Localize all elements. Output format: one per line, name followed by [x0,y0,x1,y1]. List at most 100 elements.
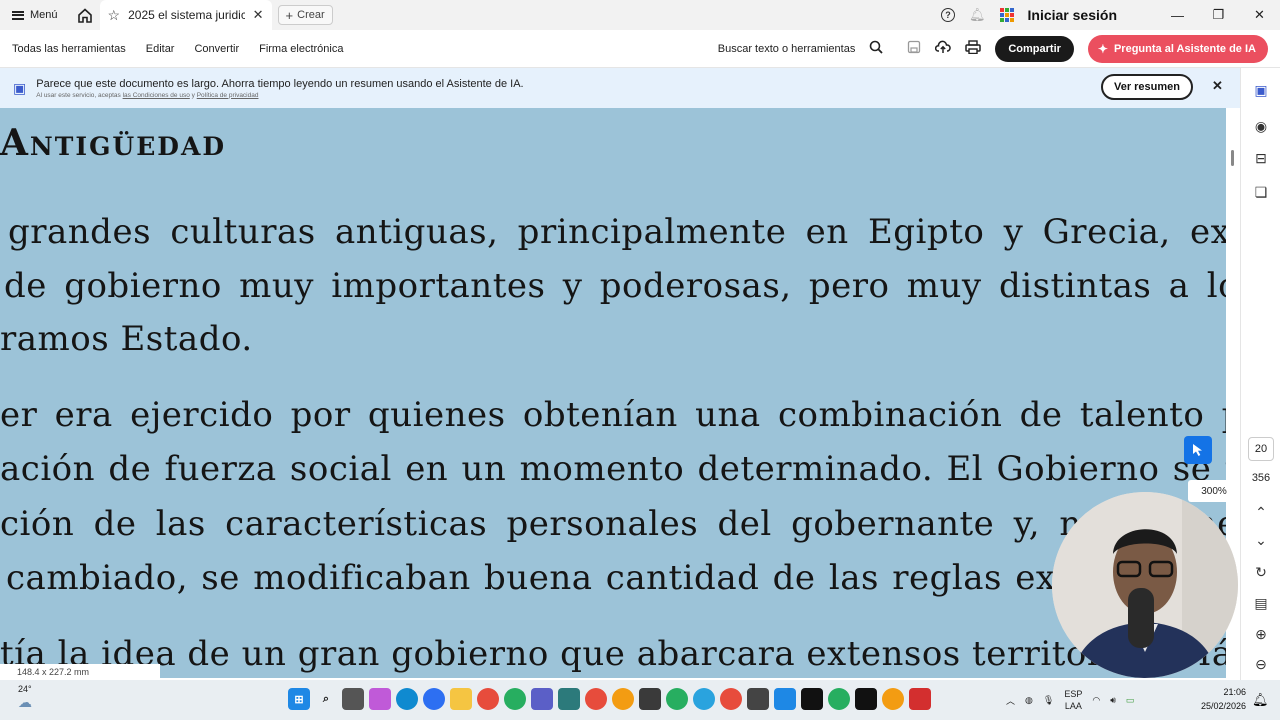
menu-button[interactable]: Menú [0,0,70,30]
edit-menu[interactable]: Editar [146,43,175,55]
webcam-overlay [1052,492,1238,678]
document-tab[interactable]: ☆ 2025 el sistema juridic... ✕ [99,0,272,30]
banner-text: Parece que este documento es largo. Ahor… [36,78,523,99]
maximize-icon[interactable]: ❐ [1198,7,1239,23]
search-icon[interactable] [869,40,883,59]
ai-summary-banner: ▣ Parece que este documento es largo. Ah… [0,68,1240,108]
doc-line: ción de las características personales d… [0,504,1226,544]
right-sidebar: ▣ ◉ ⊟ ❏ 20 356 ⌃ ⌄ ↻ ▤ ⊕ ⊖ [1240,68,1280,680]
doc-line: de gobierno muy importantes y poderosas,… [4,266,1226,306]
chrome-icon[interactable] [828,688,850,710]
current-page-field[interactable]: 20 [1248,437,1274,461]
chevron-up-icon[interactable]: ⌃ [1253,504,1269,520]
esign-menu[interactable]: Firma electrónica [259,43,343,55]
menu-label: Menú [30,9,58,21]
select-cursor-icon[interactable] [1184,436,1212,464]
acrobat-icon[interactable] [909,688,931,710]
close-tab-icon[interactable]: ✕ [253,7,264,23]
chevron-up-tray-icon[interactable]: ︿ [1006,694,1015,707]
comment-icon[interactable]: ◉ [1253,118,1269,134]
language-indicator[interactable]: ESP LAA [1064,688,1082,712]
ai-assistant-icon: ▣ [13,79,27,96]
tabbar-right: ? 🔔︎ Iniciar sesión — ❐ ✕ [941,0,1280,30]
windows-taskbar: 24° ☁ ⊞ ⌕ ︿ ◍ 🎙︎ ESP LAA ◠ 🔊︎ ▭ 21:06 25… [0,680,1280,720]
star-icon[interactable]: ☆ [108,7,121,24]
toolbar-right: Buscar texto o herramientas Compartir ✦ … [718,30,1268,68]
terms-link[interactable]: las Condiciones de uso [123,92,190,99]
chrome-icon[interactable] [612,688,634,710]
main-toolbar: Todas las herramientas Editar Convertir … [0,30,1280,68]
search-taskbar-icon[interactable]: ⌕ [315,688,337,710]
cloud-icon: ☁ [18,694,32,710]
doc-line: er era ejercido por quienes obtenían una… [0,395,1226,435]
doc-line: ación de fuerza social en un momento det… [0,449,1226,489]
teams-icon[interactable] [531,688,553,710]
doc-line: tía la idea de un gran gobierno que abar… [0,634,1226,674]
chrome-icon[interactable] [882,688,904,710]
view-summary-button[interactable]: Ver resumen [1101,74,1193,100]
chrome-icon[interactable] [585,688,607,710]
shield-icon[interactable] [747,688,769,710]
notification-icon[interactable]: 🔔︎ [1252,692,1269,708]
tab-bar: Menú ☆ 2025 el sistema juridic... ✕ + Cr… [0,0,1280,30]
volume-icon[interactable]: 🔊︎ [1110,695,1116,706]
copilot-icon[interactable] [369,688,391,710]
apps-grid-icon[interactable] [999,8,1014,22]
search-tools-label[interactable]: Buscar texto o herramientas [718,43,856,55]
task-view-icon[interactable] [342,688,364,710]
signin-button[interactable]: Iniciar sesión [1028,7,1117,23]
convert-menu[interactable]: Convertir [194,43,239,55]
edge-icon[interactable] [396,688,418,710]
banner-close-icon[interactable]: ✕ [1212,78,1223,94]
bell-icon[interactable]: 🔔︎ [969,7,986,23]
window-close-icon[interactable]: ✕ [1239,7,1280,23]
app-icon[interactable] [558,688,580,710]
total-pages: 356 [1251,472,1271,484]
privacy-link[interactable]: Política de privacidad [197,92,259,99]
zoom-in-icon[interactable]: ⊕ [1253,626,1269,642]
help-icon[interactable]: ? [941,8,955,22]
minimize-icon[interactable]: — [1157,8,1198,23]
ai-panel-icon[interactable]: ▣ [1253,82,1269,98]
copy-pages-icon[interactable]: ❏ [1253,184,1269,200]
lang-top: ESP [1064,689,1083,699]
bookmark-icon[interactable]: ⊟ [1253,150,1269,166]
chrome-icon[interactable] [477,688,499,710]
create-button[interactable]: + Crear [277,5,333,25]
ai-sparkle-icon: ✦ [1097,42,1108,56]
save-icon[interactable] [907,40,921,59]
chrome-icon[interactable] [666,688,688,710]
terminal-icon[interactable] [801,688,823,710]
rotate-icon[interactable]: ↻ [1253,564,1269,580]
print-icon[interactable] [965,39,982,59]
battery-icon[interactable]: ▭ [1126,695,1135,706]
app-icon[interactable] [774,688,796,710]
system-tray: ︿ ◍ 🎙︎ ESP LAA ◠ 🔊︎ ▭ [1006,680,1134,720]
microphone-icon[interactable]: 🎙︎ [1043,695,1054,706]
zoom-out-icon[interactable]: ⊖ [1253,656,1269,672]
ai-assistant-button[interactable]: ✦ Pregunta al Asistente de IA [1087,35,1268,63]
clock[interactable]: 21:06 25/02/2026 [1186,685,1246,713]
notes-icon[interactable] [639,688,661,710]
home-icon[interactable] [70,0,100,30]
chrome-icon[interactable] [720,688,742,710]
chevron-down-icon[interactable]: ⌄ [1253,532,1269,548]
all-tools-menu[interactable]: Todas las herramientas [12,43,126,55]
weather-widget[interactable]: 24° ☁ [18,684,32,711]
chrome-icon[interactable] [504,688,526,710]
banner-message: Parece que este documento es largo. Ahor… [36,77,524,90]
page-fit-icon[interactable]: ▤ [1253,595,1269,611]
share-button[interactable]: Compartir [995,36,1074,62]
tiktok-icon[interactable] [855,688,877,710]
tray-app-icon[interactable]: ◍ [1025,695,1033,706]
scroll-thumb[interactable] [1231,150,1234,166]
document-viewport[interactable]: Antigüedad grandes culturas antiguas, pr… [0,108,1226,678]
windows-start-icon[interactable]: ⊞ [288,688,310,710]
create-label: Crear [297,9,325,21]
wifi-icon[interactable]: ◠ [1092,695,1100,706]
telegram-icon[interactable] [693,688,715,710]
upload-cloud-icon[interactable] [935,40,952,59]
zoom-app-icon[interactable] [423,688,445,710]
file-explorer-icon[interactable] [450,688,472,710]
zoom-level[interactable]: 300% [1188,480,1240,502]
